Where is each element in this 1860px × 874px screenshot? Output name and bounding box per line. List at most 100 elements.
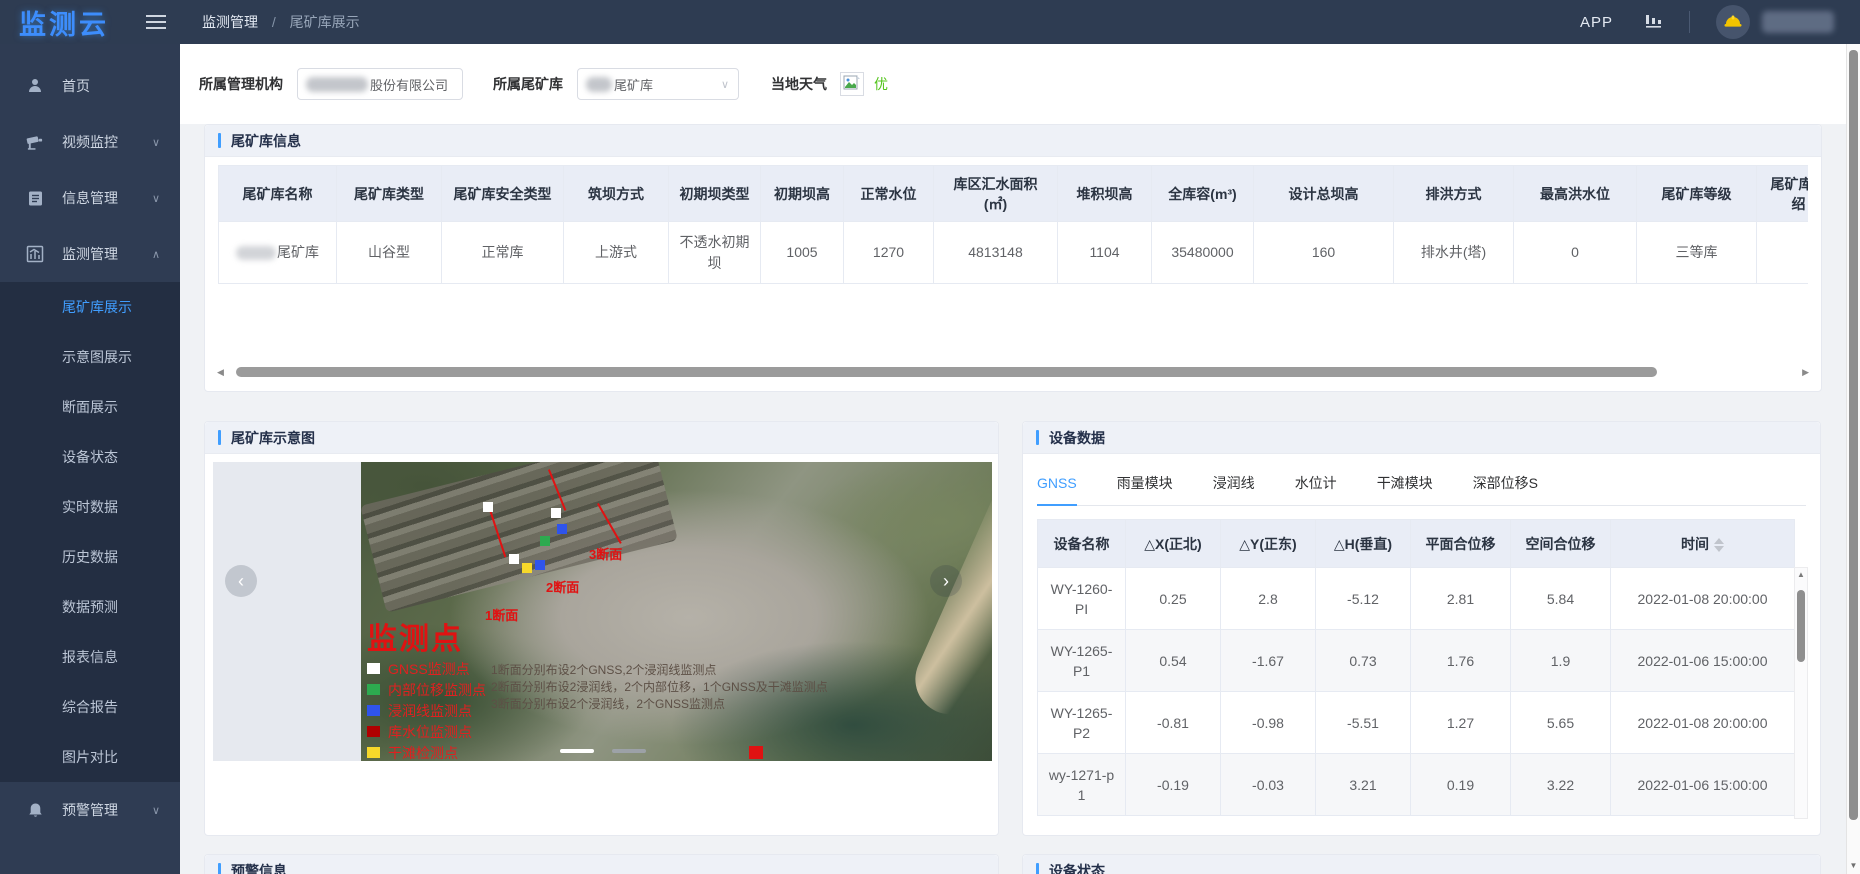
weather-broken-image-icon	[840, 72, 864, 96]
chart-icon[interactable]	[1645, 11, 1663, 34]
weather-label: 当地天气	[771, 74, 827, 94]
column-header: 初期坝高	[761, 166, 844, 222]
user-name-blurred[interactable]	[1762, 11, 1834, 33]
sort-caret-icon[interactable]	[1714, 538, 1724, 552]
sidebar-item-image-compare[interactable]: 图片对比	[0, 732, 180, 782]
org-input[interactable]: 股份有限公司	[297, 68, 463, 100]
column-header: 堆积坝高	[1058, 166, 1152, 222]
carousel-prev-button[interactable]: ‹	[225, 565, 257, 597]
cell-time: 2022-01-06 15:00:00	[1611, 630, 1795, 692]
section-label: 2断面	[546, 577, 579, 596]
column-header: 全库容(m³)	[1152, 166, 1254, 222]
cell: 3.21	[1316, 754, 1411, 816]
app-link[interactable]: APP	[1580, 14, 1613, 31]
scrollbar-thumb[interactable]	[236, 367, 1658, 377]
dry-beach-marker	[522, 563, 532, 573]
page-scrollbar[interactable]: ▼	[1846, 44, 1860, 874]
annotation-line: 3断面分别布设2个浸润线，2个GNSS监测点	[491, 696, 828, 713]
pond-select[interactable]: 尾矿库 ∨	[577, 68, 739, 100]
pond-label: 所属尾矿库	[493, 74, 563, 94]
tab-water-level[interactable]: 水位计	[1295, 466, 1337, 506]
tab-gnss[interactable]: GNSS	[1037, 466, 1077, 506]
column-header: 最高洪水位	[1514, 166, 1637, 222]
pond-name-blurred	[236, 246, 276, 260]
sidebar-item-realtime-data[interactable]: 实时数据	[0, 482, 180, 532]
sidebar-item-label: 预警管理	[62, 800, 118, 820]
cell: -0.98	[1221, 692, 1316, 754]
sidebar-item-device-status[interactable]: 设备状态	[0, 432, 180, 482]
sidebar-item-label: 首页	[62, 76, 90, 96]
sidebar-item-comprehensive-report[interactable]: 综合报告	[0, 682, 180, 732]
cell: -5.51	[1316, 692, 1411, 754]
column-header-sortable[interactable]: 时间	[1611, 520, 1795, 568]
panel-accent-bar	[218, 133, 221, 148]
cell: 1270	[844, 222, 934, 284]
legend-label: 库水位监测点	[388, 722, 472, 742]
chevron-down-icon: ∨	[152, 804, 160, 817]
column-header: 初期坝类型	[669, 166, 761, 222]
sidebar: 首页 视频监控 ∨ 信息管理 ∨ 监测管理 ∧	[0, 44, 180, 874]
device-data-panel: 设备数据 GNSS 雨量模块 浸润线 水位计 干滩模块 深部位移S 设备名称 △…	[1022, 421, 1821, 836]
breadcrumb-page: 尾矿库展示	[290, 14, 360, 30]
cell: 0.19	[1411, 754, 1511, 816]
device-row: WY-1265-P1 0.54 -1.67 0.73 1.76 1.9 2022…	[1038, 630, 1795, 692]
cell: 1104	[1058, 222, 1152, 284]
scroll-down-arrow-icon[interactable]: ▼	[1847, 861, 1860, 870]
legend-swatch-internal	[367, 684, 380, 695]
sidebar-item-video[interactable]: 视频监控 ∨	[0, 114, 180, 170]
helmet-icon[interactable]	[1716, 5, 1750, 39]
scroll-left-arrow-icon[interactable]: ◀	[217, 365, 224, 379]
cell-pond-name: 尾矿库	[219, 222, 337, 284]
sidebar-item-label: 监测管理	[62, 244, 118, 264]
panel-accent-bar	[1036, 863, 1039, 874]
sidebar-item-section-display[interactable]: 断面展示	[0, 382, 180, 432]
scroll-right-arrow-icon[interactable]: ▶	[1802, 365, 1809, 379]
column-header: 尾矿库名称	[219, 166, 337, 222]
sidebar-item-home[interactable]: 首页	[0, 58, 180, 114]
column-header: 设备名称	[1038, 520, 1126, 568]
tab-deep-displacement[interactable]: 深部位移S	[1473, 466, 1538, 506]
tab-rainfall[interactable]: 雨量模块	[1117, 466, 1173, 506]
panel-accent-bar	[218, 863, 221, 874]
carousel-indicator[interactable]	[612, 749, 646, 753]
menu-toggle-icon[interactable]	[146, 15, 166, 29]
sidebar-item-info[interactable]: 信息管理 ∨	[0, 170, 180, 226]
top-header: 监测云 监测管理 / 尾矿库展示 APP	[0, 0, 1860, 44]
column-header: 排洪方式	[1394, 166, 1514, 222]
sidebar-item-alert[interactable]: 预警管理 ∨	[0, 782, 180, 838]
cell: -5.12	[1316, 568, 1411, 630]
monitor-submenu: 尾矿库展示 示意图展示 断面展示 设备状态 实时数据 历史数据 数据预测 报表信…	[0, 282, 180, 782]
device-table-header-row: 设备名称 △X(正北) △Y(正东) △H(垂直) 平面合位移 空间合位移 时间	[1038, 520, 1795, 568]
column-header: 尾矿库等级	[1637, 166, 1757, 222]
sidebar-item-history-data[interactable]: 历史数据	[0, 532, 180, 582]
bell-icon	[26, 801, 44, 819]
scroll-up-arrow-icon[interactable]: ▲	[1795, 568, 1807, 582]
carousel-next-button[interactable]: ›	[930, 565, 962, 597]
tab-dry-beach[interactable]: 干滩模块	[1377, 466, 1433, 506]
scrollbar-track[interactable]	[232, 367, 1794, 377]
sidebar-item-monitor[interactable]: 监测管理 ∧	[0, 226, 180, 282]
page-scrollbar-thumb[interactable]	[1849, 50, 1858, 820]
device-row: WY-1265-P2 -0.81 -0.98 -5.51 1.27 5.65 2…	[1038, 692, 1795, 754]
satellite-image[interactable]: 1断面 2断面 3断面 监测点 GNSS监测点 内部位移监测点 浸润线监测点 库…	[361, 462, 992, 761]
horizontal-scrollbar: ◀ ▶	[217, 365, 1809, 379]
app-window: 监测云 监测管理 / 尾矿库展示 APP 首页	[0, 0, 1860, 874]
breadcrumb-section[interactable]: 监测管理	[202, 14, 258, 30]
vertical-scrollbar[interactable]: ▲	[1794, 567, 1808, 819]
legend-swatch-water-level	[367, 726, 380, 737]
column-header: 平面合位移	[1411, 520, 1511, 568]
map-dam-terraces	[361, 462, 678, 613]
document-icon	[26, 189, 44, 207]
sidebar-item-pond-display[interactable]: 尾矿库展示	[0, 282, 180, 332]
carousel-indicators	[560, 749, 646, 753]
sidebar-item-data-forecast[interactable]: 数据预测	[0, 582, 180, 632]
sidebar-item-label: 视频监控	[62, 132, 118, 152]
tab-saturation[interactable]: 浸润线	[1213, 466, 1255, 506]
chevron-down-icon: ∨	[721, 78, 729, 91]
sidebar-item-schematic-display[interactable]: 示意图展示	[0, 332, 180, 382]
carousel-indicator-active[interactable]	[560, 749, 594, 753]
cell: 5.84	[1511, 568, 1611, 630]
scrollbar-thumb[interactable]	[1797, 590, 1805, 662]
cell: 上游式	[564, 222, 669, 284]
sidebar-item-report-info[interactable]: 报表信息	[0, 632, 180, 682]
